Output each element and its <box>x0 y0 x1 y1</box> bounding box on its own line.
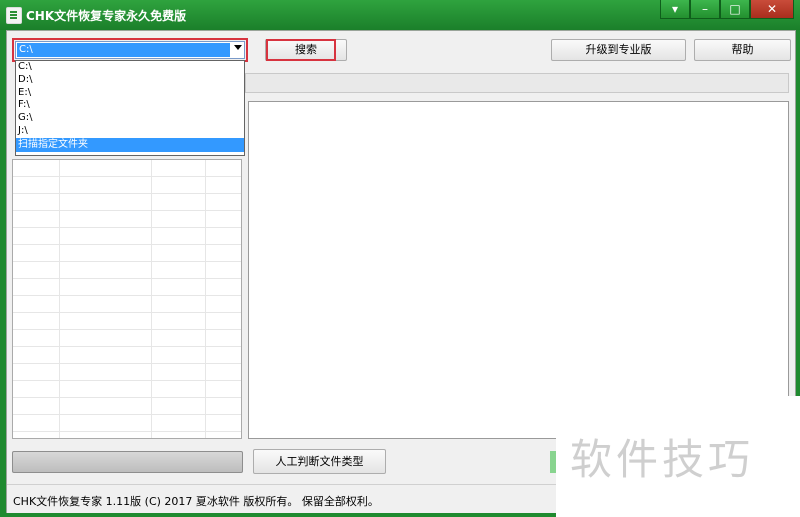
dropdown-item[interactable]: G:\ <box>16 112 244 125</box>
drive-dropdown-list[interactable]: C:\ D:\ E:\ F:\ G:\ J:\ 扫描指定文件夹 <box>15 60 245 156</box>
upgrade-button[interactable]: 升级到专业版 <box>551 39 686 61</box>
preview-panel[interactable] <box>248 101 789 439</box>
annotation-box-drive <box>12 38 248 62</box>
help-button[interactable]: 帮助 <box>694 39 791 61</box>
file-list-grid[interactable] <box>12 159 242 439</box>
dropdown-item[interactable]: D:\ <box>16 74 244 87</box>
dropdown-item-scan-folder[interactable]: 扫描指定文件夹 <box>16 137 244 152</box>
watermark-text: 软件技巧 <box>570 435 755 484</box>
maximize-icon[interactable]: □ <box>720 0 750 19</box>
path-bar <box>245 73 789 93</box>
window-controls: ▾ – □ ✕ <box>660 0 794 20</box>
annotation-box-search <box>266 39 336 61</box>
close-icon[interactable]: ✕ <box>750 0 794 19</box>
progress-bar <box>12 451 243 473</box>
dropdown-item[interactable]: F:\ <box>16 99 244 112</box>
menu-arrow-icon[interactable]: ▾ <box>660 0 690 19</box>
app-icon <box>6 7 22 24</box>
window-title: CHK文件恢复专家永久免费版 <box>26 9 187 23</box>
minimize-icon[interactable]: – <box>690 0 720 19</box>
title-bar[interactable]: CHK文件恢复专家永久免费版 ▾ – □ ✕ <box>0 0 800 30</box>
watermark-overlay: 软件技巧 <box>556 396 800 517</box>
dropdown-item[interactable]: C:\ <box>16 61 244 74</box>
status-text: CHK文件恢复专家 1.11版 (C) 2017 夏冰软件 版权所有。 保留全部… <box>13 495 379 508</box>
manual-file-type-button[interactable]: 人工判断文件类型 <box>253 449 386 474</box>
dropdown-item[interactable]: E:\ <box>16 87 244 100</box>
dropdown-item[interactable]: J:\ <box>16 125 244 138</box>
app-window: CHK文件恢复专家永久免费版 ▾ – □ ✕ C:\ 搜索 升级到专业版 帮助 … <box>0 0 800 517</box>
